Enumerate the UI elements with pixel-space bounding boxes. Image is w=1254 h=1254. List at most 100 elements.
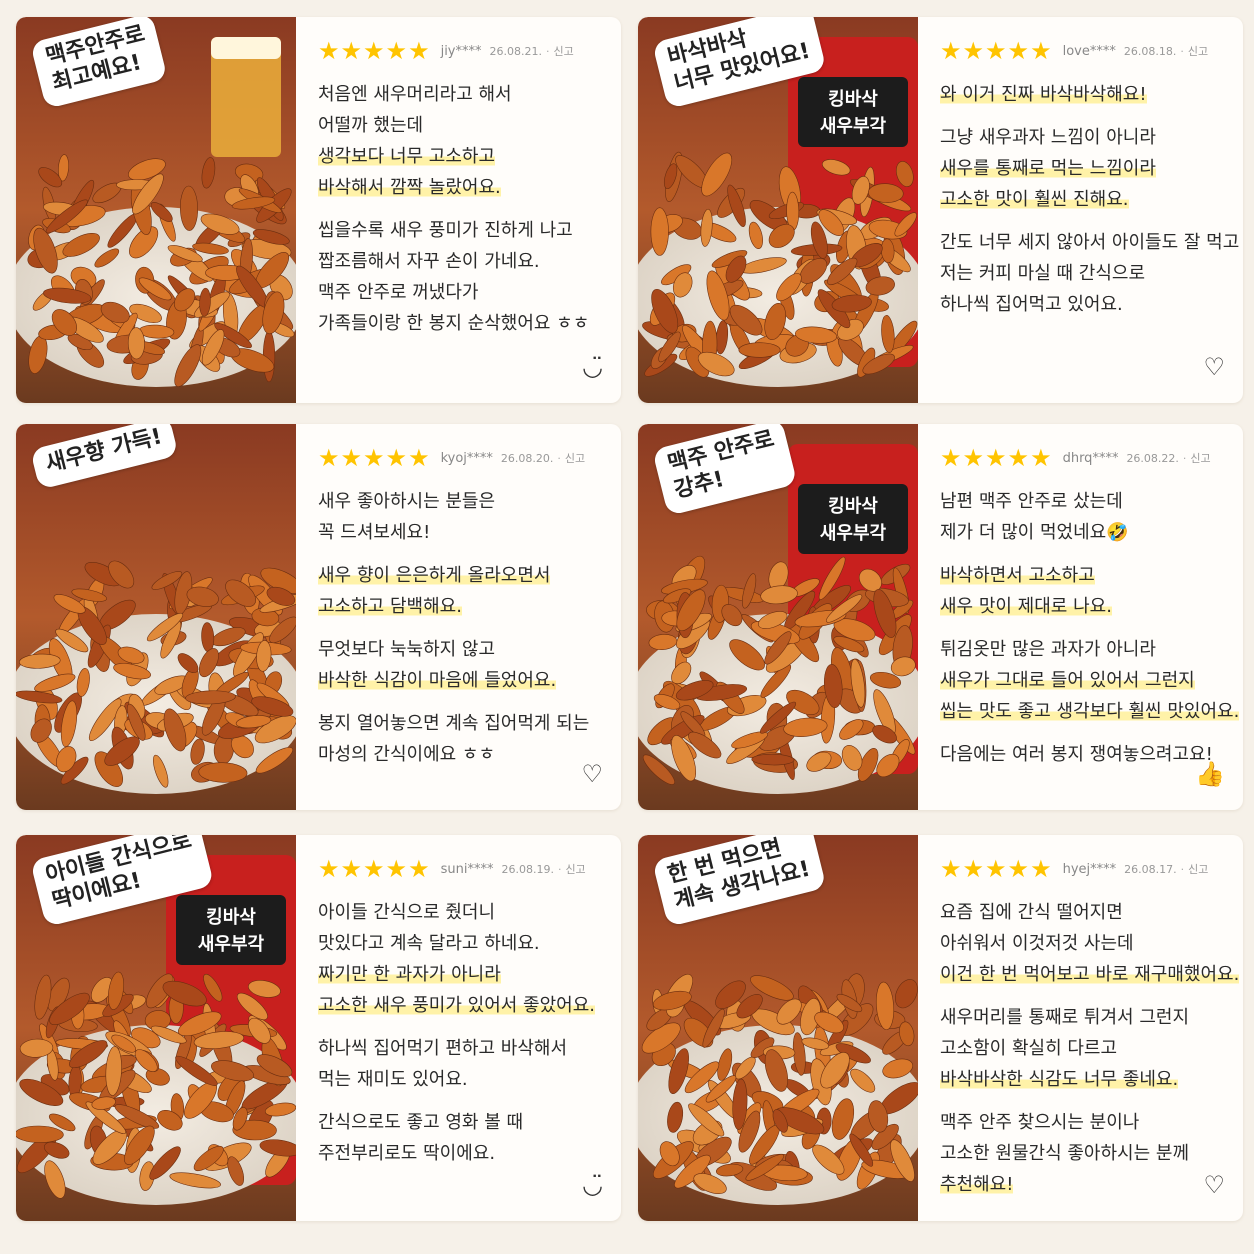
line-text: 아이들 간식으로 줬더니 xyxy=(318,902,496,923)
star-icon: ★ xyxy=(962,444,985,472)
star-icon: ★ xyxy=(363,444,385,472)
review-line: 간도 너무 세지 않아서 아이들도 잘 먹고 xyxy=(940,227,1239,258)
review-line: 마성의 간식이에요 ㅎㅎ xyxy=(318,739,611,770)
report-link[interactable]: 신고 xyxy=(565,450,585,466)
line-text: 주전부리로도 딱이에요. xyxy=(318,1143,496,1164)
review-paragraph: 요즘 집에 간식 떨어지면아쉬워서 이것저것 사는데이건 한 번 먹어보고 바로… xyxy=(940,897,1240,990)
doodle-icon: ♡ xyxy=(1203,353,1225,381)
review-date: 26.08.22. xyxy=(1126,451,1179,465)
review-photo[interactable]: 맥주안주로 최고예요! xyxy=(16,17,296,403)
doodle-icon: 👍 xyxy=(1195,760,1225,788)
reviewer-id: jiy**** xyxy=(440,43,482,59)
line-text: 고소함이 확실히 다르고 xyxy=(940,1038,1118,1059)
star-icon: ★ xyxy=(940,444,962,472)
review-line: 무엇보다 눅눅하지 않고 xyxy=(318,634,611,665)
star-icon: ★ xyxy=(985,444,1007,472)
review-line: 간식으로도 좋고 영화 볼 때 xyxy=(318,1107,611,1138)
review-line: 맥주 안주 찾으시는 분이나 xyxy=(940,1107,1233,1138)
review-paragraph: 처음엔 새우머리라고 해서 어떨까 했는데 생각보다 너무 고소하고 바삭해서 깜짝 … xyxy=(318,79,611,203)
review-line: 씹을수록 새우 풍미가 진하게 나고 xyxy=(318,215,611,246)
review-line: 저는 커피 마실 때 간식으로 xyxy=(940,258,1233,289)
star-icon: ★ xyxy=(408,444,430,472)
line-text: 추천해요! xyxy=(940,1174,1014,1195)
star-icon: ★ xyxy=(318,37,340,65)
line-text: 와 이거 진짜 바삭바삭해요! xyxy=(940,84,1147,105)
review-photo[interactable]: 한 번 먹으면 계속 생각나요! xyxy=(638,835,918,1221)
review-line: 맛있다고 계속 달라고 하네요. xyxy=(318,928,611,959)
review-line: 새우 좋아하시는 분들은 xyxy=(318,486,611,517)
line-text: 이건 한 번 먹어보고 바로 재구매했어요. xyxy=(940,964,1240,985)
line-text: 봉지 열어놓으면 계속 집어먹게 되는 xyxy=(318,713,590,734)
report-link[interactable]: 신고 xyxy=(553,43,573,59)
review-text: 요즘 집에 간식 떨어지면아쉬워서 이것저것 사는데이건 한 번 먹어보고 바로… xyxy=(940,897,1240,1200)
star-icon: ★ xyxy=(1007,855,1030,883)
review-paragraph: 새우머리를 통째로 튀겨서 그런지 고소함이 확실히 다르고 바삭바삭한 식감도 너… xyxy=(940,1002,1233,1095)
star-icon: ★ xyxy=(1030,855,1052,883)
star-icon: ★ xyxy=(363,855,385,883)
review-body: ★ ★ ★ ★ ★ hyej**** 26.08.17. · 신고 요즘 집에 간식 떨어지면 아쉬… xyxy=(940,835,1243,1221)
review-photo[interactable]: 킹바삭 새우부각 바삭바삭 너무 맛있어요! xyxy=(638,17,918,403)
line-text: 생각보다 너무 고소하고 xyxy=(318,146,496,167)
highlighted-line: 짜기만 한 과자가 아니라 xyxy=(318,959,611,990)
review-photo[interactable]: 킹바삭 새우부각 아이들 간식으로 딱이에요! xyxy=(16,835,296,1221)
doodle-icon: ♡ xyxy=(1203,1171,1225,1199)
review-line: 먹는 재미도 있어요. xyxy=(318,1064,611,1095)
line-text: 먹는 재미도 있어요. xyxy=(318,1069,468,1090)
star-icon: ★ xyxy=(340,444,363,472)
line-text: 다음에는 여러 봉지 쟁여놓으려고요! xyxy=(940,744,1213,765)
review-line: 맥주 안주로 꺼냈다가 xyxy=(318,277,611,308)
report-link[interactable]: 신고 xyxy=(1188,861,1208,877)
report-link[interactable]: 신고 xyxy=(1188,43,1208,59)
review-paragraph: 간식으로도 좋고 영화 볼 때주전부리로도 딱이에요. xyxy=(318,1107,611,1169)
review-line: 아이들 간식으로 줬더니 xyxy=(318,897,611,928)
review-line: 가족들이랑 한 봉지 순삭했어요 ㅎㅎ xyxy=(318,308,611,339)
review-line: 튀김옷만 많은 과자가 아니라 xyxy=(940,634,1233,665)
svg-text:새우부각: 새우부각 xyxy=(820,523,887,544)
highlighted-line: 와 이거 진짜 바삭바삭해요! xyxy=(940,79,1233,110)
review-line: 하나씩 집어먹기 편하고 바삭해서 xyxy=(318,1033,611,1064)
line-text: 바삭하면서 고소하고 xyxy=(940,565,1095,586)
line-text: 맥주 안주 찾으시는 분이나 xyxy=(940,1112,1140,1133)
review-paragraph: 맥주 안주 찾으시는 분이나고소한 원물간식 좋아하시는 분께추천해요! xyxy=(940,1107,1233,1200)
review-body: ★ ★ ★ ★ ★ suni**** 26.08.19. · 신고 아이들 간식으로 줬더니 맛있다… xyxy=(318,835,621,1221)
line-text: 튀김옷만 많은 과자가 아니라 xyxy=(940,639,1156,660)
review-line: 고소한 원물간식 좋아하시는 분께 xyxy=(940,1138,1233,1169)
star-icon: ★ xyxy=(385,855,408,883)
doodle-icon: ◡̈ xyxy=(582,353,603,381)
report-link[interactable]: 신고 xyxy=(565,861,585,877)
line-text: 하나씩 집어먹기 편하고 바삭해서 xyxy=(318,1038,568,1059)
star-rating: ★ ★ ★ ★ ★ xyxy=(940,857,1053,881)
star-icon: ★ xyxy=(318,855,340,883)
review-photo[interactable]: 새우향 가득! xyxy=(16,424,296,810)
star-icon: ★ xyxy=(1007,444,1030,472)
line-text: 새우 향이 은은하게 올라오면서 xyxy=(318,565,551,586)
report-link[interactable]: 신고 xyxy=(1190,450,1210,466)
meta-separator: · xyxy=(557,451,561,465)
review-card: 맥주안주로 최고예요! ★ ★ ★ ★ ★ jiy**** 26.08.21. · 신고처음엔 새… xyxy=(16,17,621,403)
review-body: ★ ★ ★ ★ ★ dhrq**** 26.08.22. · 신고 남편 맥주 안주로 샀는데 제가… xyxy=(940,424,1243,810)
line-text: 고소하고 담백해요. xyxy=(318,596,462,617)
star-rating: ★ ★ ★ ★ ★ xyxy=(318,39,431,63)
line-text: 요즘 집에 간식 떨어지면 xyxy=(940,902,1123,923)
reviewer-id: love**** xyxy=(1062,43,1116,59)
review-line: 아쉬워서 이것저것 사는데 xyxy=(940,928,1233,959)
star-icon: ★ xyxy=(408,855,430,883)
reviewer-id: kyoj**** xyxy=(440,450,493,466)
review-photo[interactable]: 킹바삭 새우부각 맥주 안주로 강추! xyxy=(638,424,918,810)
line-text: 그냥 새우과자 느낌이 아니라 xyxy=(940,127,1156,148)
meta-separator: · xyxy=(545,44,550,58)
svg-text:킹바삭: 킹바삭 xyxy=(828,89,878,110)
review-text: 와 이거 진짜 바삭바삭해요! 그냥 새우과자 느낌이 아니라새우를 통째로 먹는… xyxy=(940,79,1239,320)
highlighted-line: 생각보다 너무 고소하고 xyxy=(318,141,611,172)
line-text: 새우 맛이 제대로 나요. xyxy=(940,596,1112,617)
review-line: 하나씩 집어먹고 있어요. xyxy=(940,289,1233,320)
meta-separator: · xyxy=(1182,451,1187,465)
highlighted-line: 씹는 맛도 좋고 생각보다 훨씬 맛있어요. xyxy=(940,696,1240,727)
star-icon: ★ xyxy=(940,855,962,883)
review-paragraph: 새우 좋아하시는 분들은 꼭 드셔보세요! xyxy=(318,486,611,548)
review-line: 짭조름해서 자꾸 손이 가네요. xyxy=(318,246,611,277)
review-date: 26.08.21. xyxy=(489,44,542,58)
highlighted-line: 새우를 통째로 먹는 느낌이라 xyxy=(940,153,1233,184)
star-icon: ★ xyxy=(1030,444,1052,472)
review-paragraph: 아이들 간식으로 줬더니맛있다고 계속 달라고 하네요. 짜기만 한 과자가 아니… xyxy=(318,897,611,1021)
